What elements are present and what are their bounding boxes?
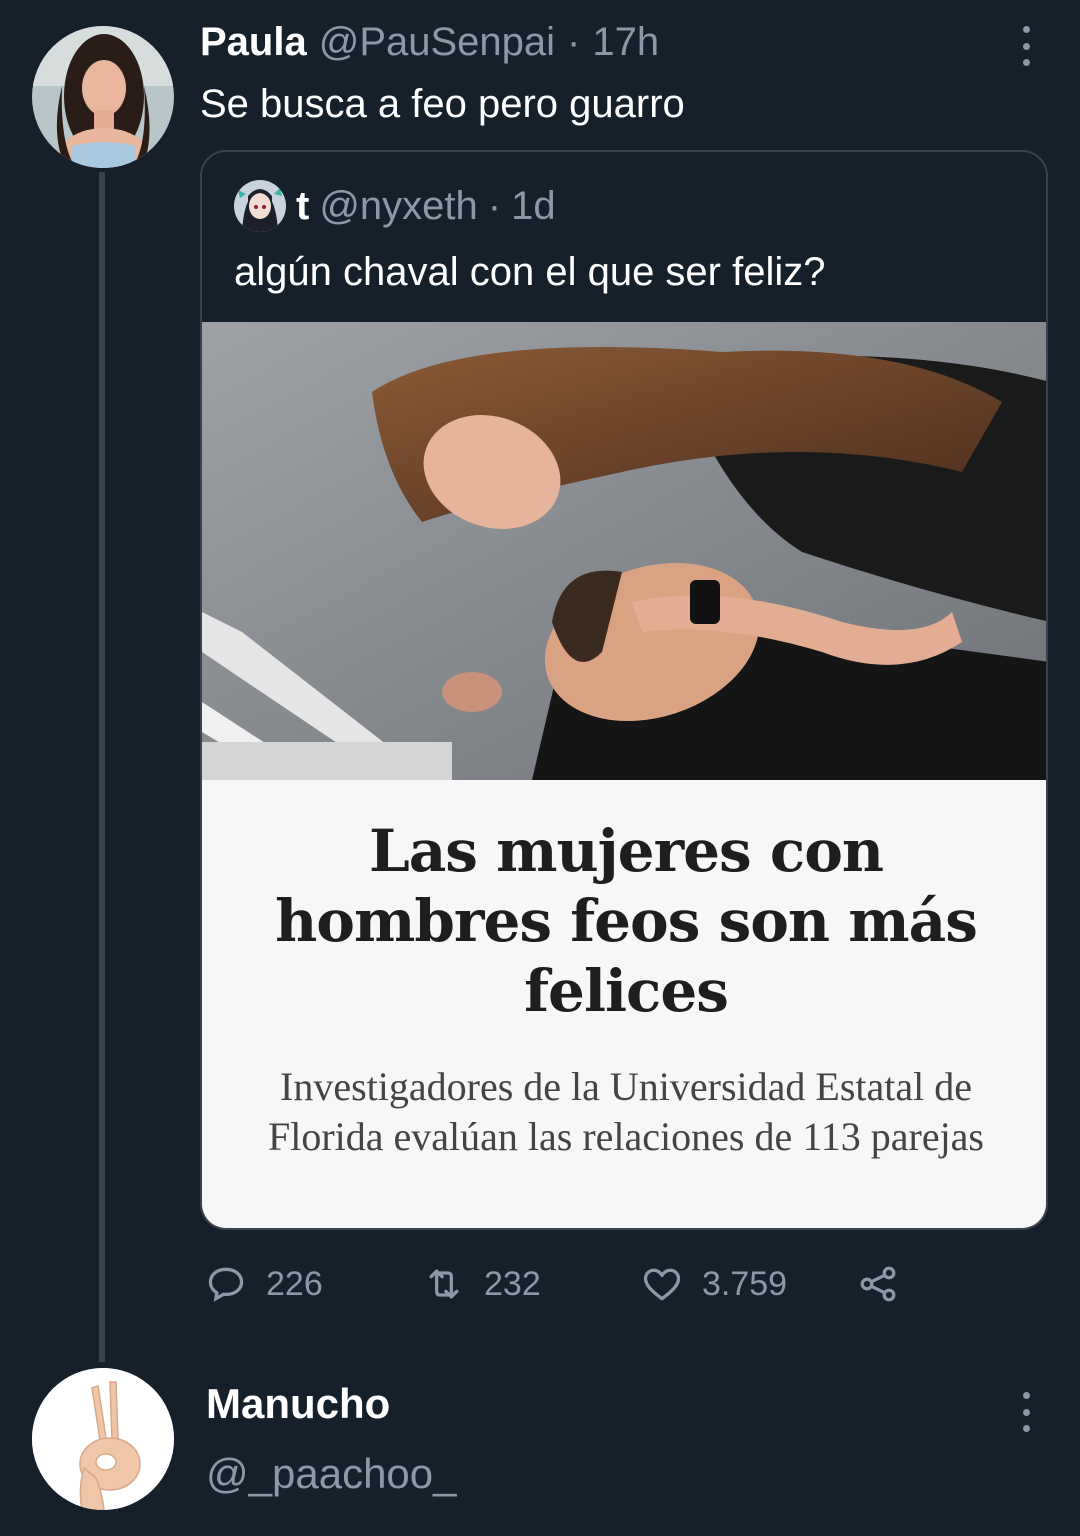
separator-dot: · bbox=[567, 20, 581, 64]
thread-connector-line bbox=[99, 172, 105, 1362]
heart-icon bbox=[643, 1268, 681, 1301]
reply-author-avatar[interactable] bbox=[32, 1368, 174, 1510]
tweet-text: Se busca a feo pero guarro bbox=[200, 82, 685, 126]
reply-button[interactable]: 226 bbox=[204, 1262, 323, 1306]
retweet-button[interactable]: 232 bbox=[422, 1262, 541, 1306]
quoted-tweet-card[interactable]: t @nyxeth · 1d algún chaval con el que s… bbox=[200, 150, 1048, 1230]
tweet-action-bar: 226 232 3.759 bbox=[204, 1262, 924, 1306]
more-options-icon[interactable] bbox=[1016, 26, 1036, 66]
retweet-icon bbox=[429, 1269, 459, 1299]
profile-photo-icon bbox=[32, 26, 174, 168]
reply-author-name-text: Manucho bbox=[206, 1380, 391, 1427]
ok-hand-gesture-icon bbox=[32, 1368, 174, 1510]
quoted-author-handle[interactable]: @nyxeth bbox=[319, 184, 477, 229]
like-count: 3.759 bbox=[702, 1264, 788, 1303]
quoted-tweet-media[interactable]: Las mujeres con hombres feos son más fel… bbox=[202, 322, 1046, 1228]
quoted-author-name[interactable]: t bbox=[296, 184, 309, 229]
tweet-header: Paula @PauSenpai · 17h bbox=[200, 20, 659, 70]
article-subheadline: Investigadores de la Universidad Estatal… bbox=[267, 1064, 984, 1159]
share-button[interactable] bbox=[856, 1262, 900, 1306]
reply-author-handle[interactable]: @_paachoo_ bbox=[206, 1450, 457, 1498]
retweet-count: 232 bbox=[484, 1264, 541, 1303]
separator-dot: · bbox=[487, 183, 502, 228]
article-card: Las mujeres con hombres feos son más fel… bbox=[202, 780, 1046, 1228]
author-name[interactable]: Paula bbox=[200, 20, 307, 65]
tweet-timestamp[interactable]: 17h bbox=[592, 20, 659, 65]
share-icon bbox=[860, 1266, 896, 1302]
article-headline: Las mujeres con hombres feos son más fel… bbox=[275, 817, 978, 1025]
reply-count: 226 bbox=[266, 1264, 323, 1303]
quoted-author-avatar bbox=[234, 180, 286, 232]
couple-photo-icon bbox=[202, 322, 1046, 780]
anime-avatar-icon bbox=[234, 180, 286, 232]
more-options-icon[interactable] bbox=[1016, 1392, 1036, 1432]
quoted-tweet-header: t @nyxeth · 1d bbox=[234, 180, 556, 232]
couple-photo bbox=[202, 322, 1046, 780]
quoted-tweet-timestamp[interactable]: 1d bbox=[511, 184, 556, 229]
timeline: Paula @PauSenpai · 17h Se busca a feo pe… bbox=[0, 0, 1080, 1536]
reply-author-name[interactable]: Manucho bbox=[206, 1380, 390, 1428]
reply-icon bbox=[208, 1267, 244, 1302]
author-handle[interactable]: @PauSenpai bbox=[319, 20, 555, 65]
like-button[interactable]: 3.759 bbox=[640, 1262, 787, 1306]
author-avatar[interactable] bbox=[32, 26, 174, 168]
quoted-tweet-text: algún chaval con el que ser feliz? bbox=[234, 250, 826, 294]
